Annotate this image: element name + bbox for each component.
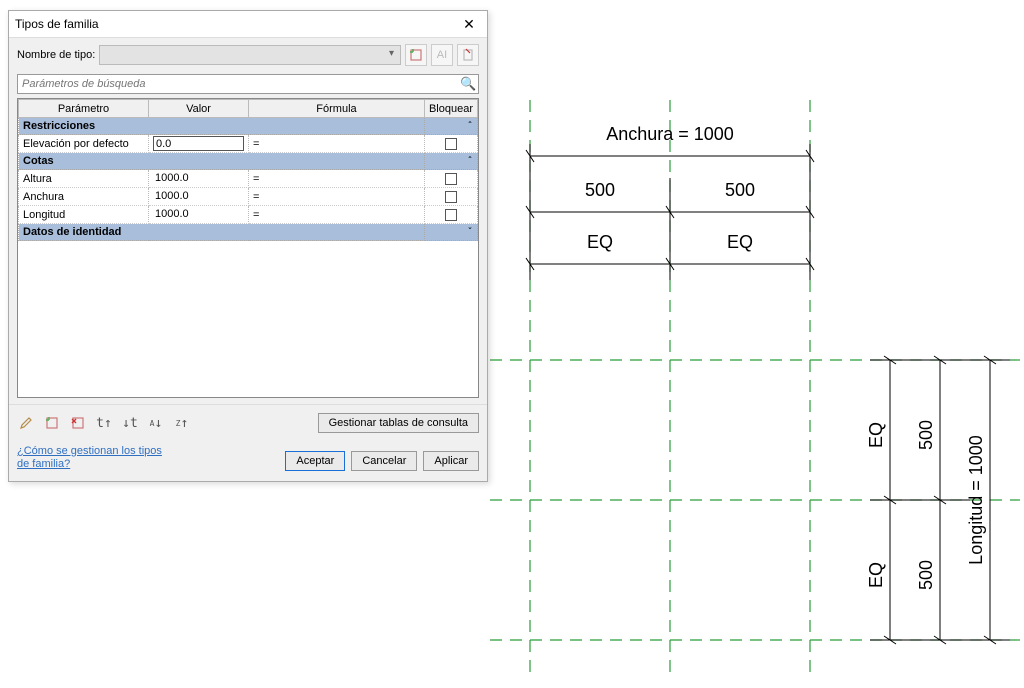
dialog-title: Tipos de familia: [15, 17, 99, 31]
dim-eq-top: EQ: [866, 422, 886, 448]
param-elev-label: Elevación por defecto: [19, 135, 149, 153]
param-longitud-label: Longitud: [19, 206, 149, 224]
dim-500-right: 500: [725, 180, 755, 200]
dim-eq-left: EQ: [587, 232, 613, 252]
param-elev-formula[interactable]: =: [249, 135, 425, 153]
delete-type-icon[interactable]: [457, 44, 479, 66]
move-up-icon[interactable]: t↑: [95, 414, 113, 432]
move-down-icon[interactable]: ↓t: [121, 414, 139, 432]
parameters-grid: Parámetro Valor Fórmula Bloquear Restric…: [17, 98, 479, 398]
dim-longitud-label: Longitud = 1000: [966, 435, 986, 565]
new-param-icon[interactable]: [43, 414, 61, 432]
edit-icon[interactable]: [17, 414, 35, 432]
group-cotas[interactable]: Cotas: [19, 153, 425, 170]
param-altura-lock[interactable]: [445, 173, 457, 185]
help-link[interactable]: ¿Cómo se gestionan los tipos de familia?: [17, 445, 177, 471]
search-input[interactable]: [17, 74, 479, 94]
param-longitud-lock[interactable]: [445, 209, 457, 221]
plan-diagram: Anchura = 1000 500 500 EQ EQ EQ EQ 500 5…: [490, 100, 1020, 680]
manage-lookup-tables-button[interactable]: Gestionar tablas de consulta: [318, 413, 479, 433]
collapse-icon[interactable]: ˆ: [424, 153, 477, 170]
sort-desc-icon[interactable]: Z↑: [173, 414, 191, 432]
type-name-label: Nombre de tipo:: [17, 49, 95, 61]
new-type-icon[interactable]: [405, 44, 427, 66]
accept-button[interactable]: Aceptar: [285, 451, 345, 471]
close-icon[interactable]: ✕: [457, 15, 481, 33]
param-longitud-value[interactable]: 1000.0: [153, 207, 244, 222]
expand-icon[interactable]: ˇ: [424, 224, 477, 241]
param-anchura-formula[interactable]: =: [249, 188, 425, 206]
cancel-button[interactable]: Cancelar: [351, 451, 417, 471]
family-types-dialog: Tipos de familia ✕ Nombre de tipo: AI 🔍 …: [8, 10, 488, 482]
param-anchura-value[interactable]: 1000.0: [153, 189, 244, 204]
param-altura-label: Altura: [19, 170, 149, 188]
param-anchura-label: Anchura: [19, 188, 149, 206]
rename-type-icon[interactable]: AI: [431, 44, 453, 66]
dim-500-left: 500: [585, 180, 615, 200]
collapse-icon[interactable]: ˆ: [424, 118, 477, 135]
titlebar: Tipos de familia ✕: [9, 11, 487, 38]
dim-anchura-label: Anchura = 1000: [606, 124, 734, 144]
group-restricciones[interactable]: Restricciones: [19, 118, 425, 135]
col-value[interactable]: Valor: [149, 100, 249, 118]
delete-param-icon[interactable]: [69, 414, 87, 432]
group-identidad[interactable]: Datos de identidad: [19, 224, 425, 241]
param-elev-lock[interactable]: [445, 138, 457, 150]
search-icon[interactable]: 🔍: [460, 76, 476, 92]
sort-asc-icon[interactable]: A↓: [147, 414, 165, 432]
col-lock[interactable]: Bloquear: [424, 100, 477, 118]
param-altura-formula[interactable]: =: [249, 170, 425, 188]
col-param[interactable]: Parámetro: [19, 100, 149, 118]
param-altura-value[interactable]: 1000.0: [153, 171, 244, 186]
apply-button[interactable]: Aplicar: [423, 451, 479, 471]
type-name-select[interactable]: [99, 45, 401, 65]
dim-500-top: 500: [916, 420, 936, 450]
dim-500-bot: 500: [916, 560, 936, 590]
dim-eq-bot: EQ: [866, 562, 886, 588]
param-elev-value[interactable]: [153, 136, 244, 151]
param-longitud-formula[interactable]: =: [249, 206, 425, 224]
col-formula[interactable]: Fórmula: [249, 100, 425, 118]
param-anchura-lock[interactable]: [445, 191, 457, 203]
dim-eq-right: EQ: [727, 232, 753, 252]
